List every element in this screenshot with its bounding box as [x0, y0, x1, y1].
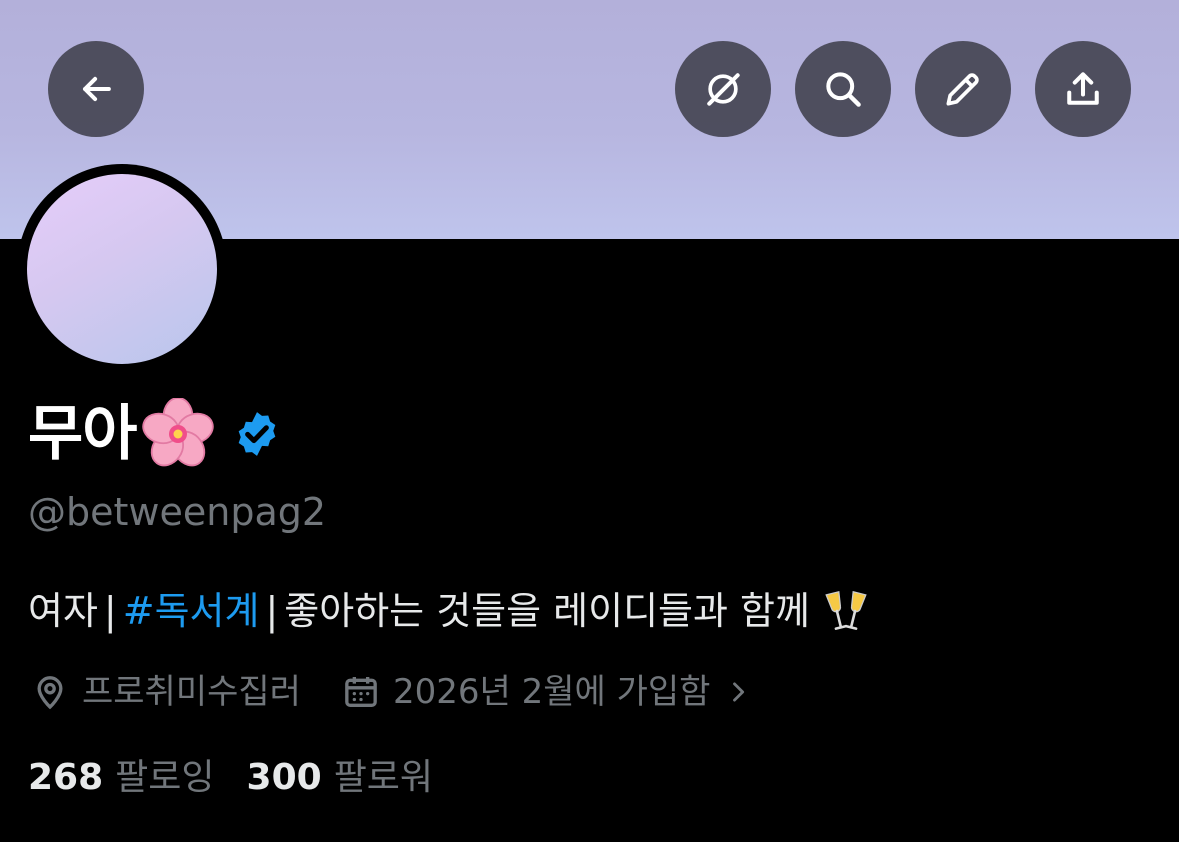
following-count: 268 [28, 757, 104, 798]
name-row: 무아 [28, 398, 282, 470]
avatar-ring [17, 164, 227, 374]
grok-icon [707, 73, 740, 106]
bio-separator-1: | [103, 589, 117, 633]
edit-pencil-icon [946, 73, 979, 106]
following-label: 팔로잉 [115, 757, 215, 798]
clinking-glasses-icon [825, 590, 867, 630]
bio-separator-2: | [265, 589, 279, 633]
bio-text-1: 여자 [28, 589, 98, 633]
edit-button[interactable] [915, 41, 1011, 137]
search-icon [826, 72, 861, 107]
back-button[interactable] [48, 41, 144, 137]
bio-hashtag-link[interactable]: #독서계 [123, 585, 260, 637]
share-icon [1067, 72, 1099, 105]
grok-button[interactable] [675, 41, 771, 137]
follow-stats: 268 팔로잉 300 팔로워 [28, 752, 433, 804]
bio-text-2: 좋아하는 것들을 레이디들과 함께 [284, 589, 810, 633]
location-pin-icon [37, 676, 63, 710]
followers-link[interactable]: 300 팔로워 [247, 752, 434, 804]
calendar-icon [345, 677, 377, 707]
cherry-blossom-icon [142, 398, 215, 467]
joined-date[interactable]: 2026년 2월에 가입함 [393, 666, 710, 718]
profile-meta: 프로취미수집러 2026년 2월에 가입함 [30, 666, 752, 718]
back-arrow-icon [82, 76, 111, 102]
display-name: 무아 [28, 399, 137, 469]
verified-badge-icon[interactable] [232, 409, 282, 459]
search-button[interactable] [795, 41, 891, 137]
followers-count: 300 [246, 757, 322, 798]
followers-label: 팔로워 [333, 757, 434, 798]
bio: 여자 | #독서계 | 좋아하는 것들을 레이디들과 함께 [28, 585, 872, 637]
following-link[interactable]: 268 팔로잉 [28, 752, 215, 804]
user-handle: @betweenpag2 [28, 490, 327, 534]
share-button[interactable] [1035, 41, 1131, 137]
location-text: 프로취미수집러 [82, 672, 301, 712]
chevron-right-icon[interactable] [724, 678, 752, 706]
avatar[interactable] [27, 174, 217, 364]
